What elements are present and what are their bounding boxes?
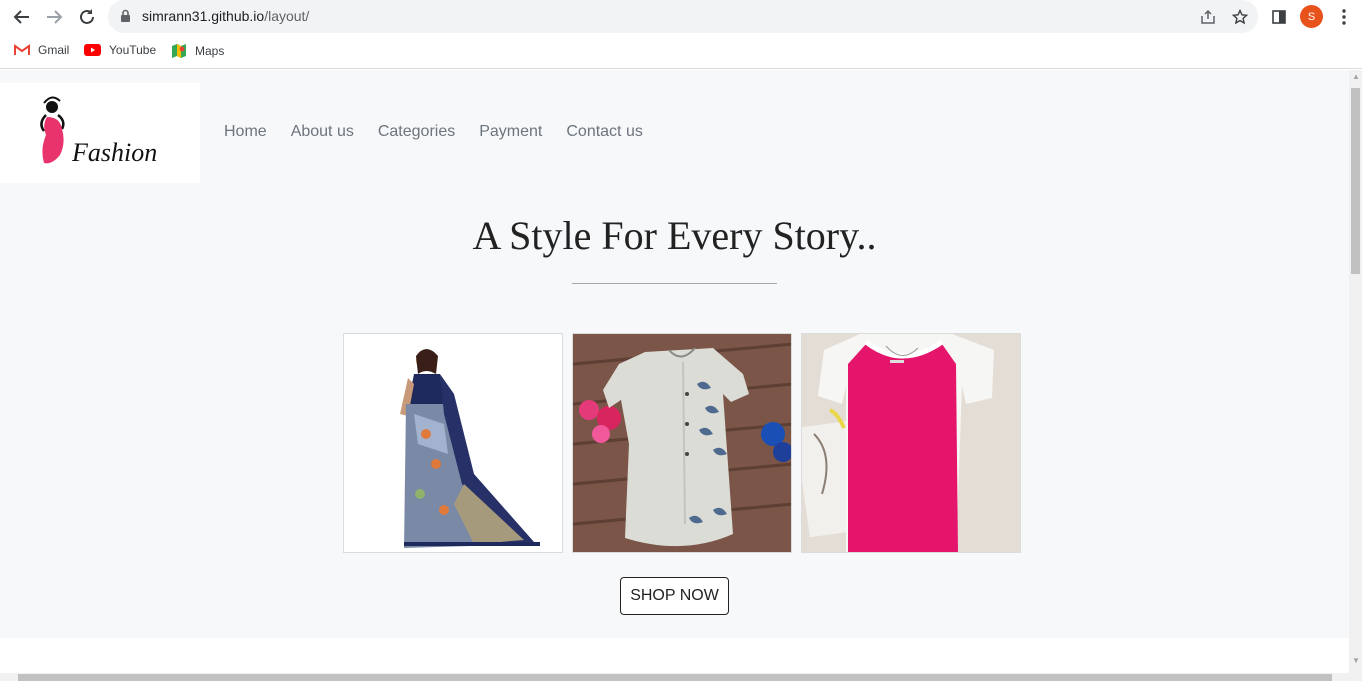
youtube-icon <box>84 44 101 56</box>
nav-contact-us[interactable]: Contact us <box>566 123 642 141</box>
bookmark-label: Maps <box>195 44 225 58</box>
back-arrow-icon <box>13 10 29 24</box>
fashion-logo-icon: Fashion <box>40 96 157 167</box>
nav-categories[interactable]: Categories <box>378 123 455 141</box>
share-icon[interactable] <box>1197 6 1219 28</box>
vertical-scrollbar[interactable]: ▲ ▼ <box>1349 70 1362 681</box>
reload-button[interactable] <box>74 4 100 30</box>
kurti-image <box>573 334 791 552</box>
bookmarks-bar: Gmail YouTube Maps <box>0 33 1362 69</box>
back-button[interactable] <box>9 4 35 30</box>
product-card-saree[interactable] <box>343 333 563 553</box>
hero-headline: A Style For Every Story.. <box>472 213 877 258</box>
scroll-up-arrow-icon[interactable]: ▲ <box>1352 72 1360 81</box>
bookmark-maps[interactable]: Maps <box>171 43 224 59</box>
address-bar[interactable]: simrann31.github.io/layout/ <box>108 0 1258 33</box>
nav-home[interactable]: Home <box>224 123 267 141</box>
scroll-down-arrow-icon[interactable]: ▼ <box>1352 656 1360 665</box>
nav-payment[interactable]: Payment <box>479 123 542 141</box>
saree-image <box>344 334 562 552</box>
lock-icon <box>120 9 131 28</box>
hero-section: Fashion Home About us Categories Payment… <box>0 70 1349 638</box>
product-card-kurti[interactable] <box>572 333 792 553</box>
svg-text:Fashion: Fashion <box>71 138 157 167</box>
bookmark-gmail[interactable]: Gmail <box>14 43 69 57</box>
vertical-scroll-thumb[interactable] <box>1351 88 1360 274</box>
horizontal-scrollbar[interactable] <box>0 673 1349 681</box>
forward-button[interactable] <box>41 4 67 30</box>
horizontal-scroll-thumb[interactable] <box>18 674 1332 681</box>
main-nav: Home About us Categories Payment Contact… <box>224 123 643 141</box>
bookmark-label: Gmail <box>38 43 70 57</box>
gmail-icon <box>14 44 30 56</box>
site-logo[interactable]: Fashion <box>0 83 200 183</box>
reload-icon <box>80 9 94 24</box>
shop-now-button[interactable]: SHOP NOW <box>620 577 729 615</box>
nav-about-us[interactable]: About us <box>291 123 354 141</box>
product-card-pink-dress[interactable] <box>801 333 1021 553</box>
bookmark-label: YouTube <box>109 43 157 57</box>
menu-kebab-icon[interactable] <box>1331 4 1357 30</box>
forward-arrow-icon <box>47 10 63 24</box>
side-panel-icon[interactable] <box>1266 4 1292 30</box>
url-text: simrann31.github.io/layout/ <box>142 8 310 24</box>
bookmark-youtube[interactable]: YouTube <box>84 43 156 57</box>
page-viewport: Fashion Home About us Categories Payment… <box>0 70 1349 673</box>
profile-avatar[interactable]: S <box>1300 5 1323 28</box>
browser-toolbar: simrann31.github.io/layout/ S <box>0 0 1362 33</box>
headline-divider <box>572 283 777 284</box>
maps-icon <box>171 43 187 59</box>
bookmark-star-icon[interactable] <box>1229 6 1251 28</box>
pink-dress-image <box>802 334 1020 552</box>
